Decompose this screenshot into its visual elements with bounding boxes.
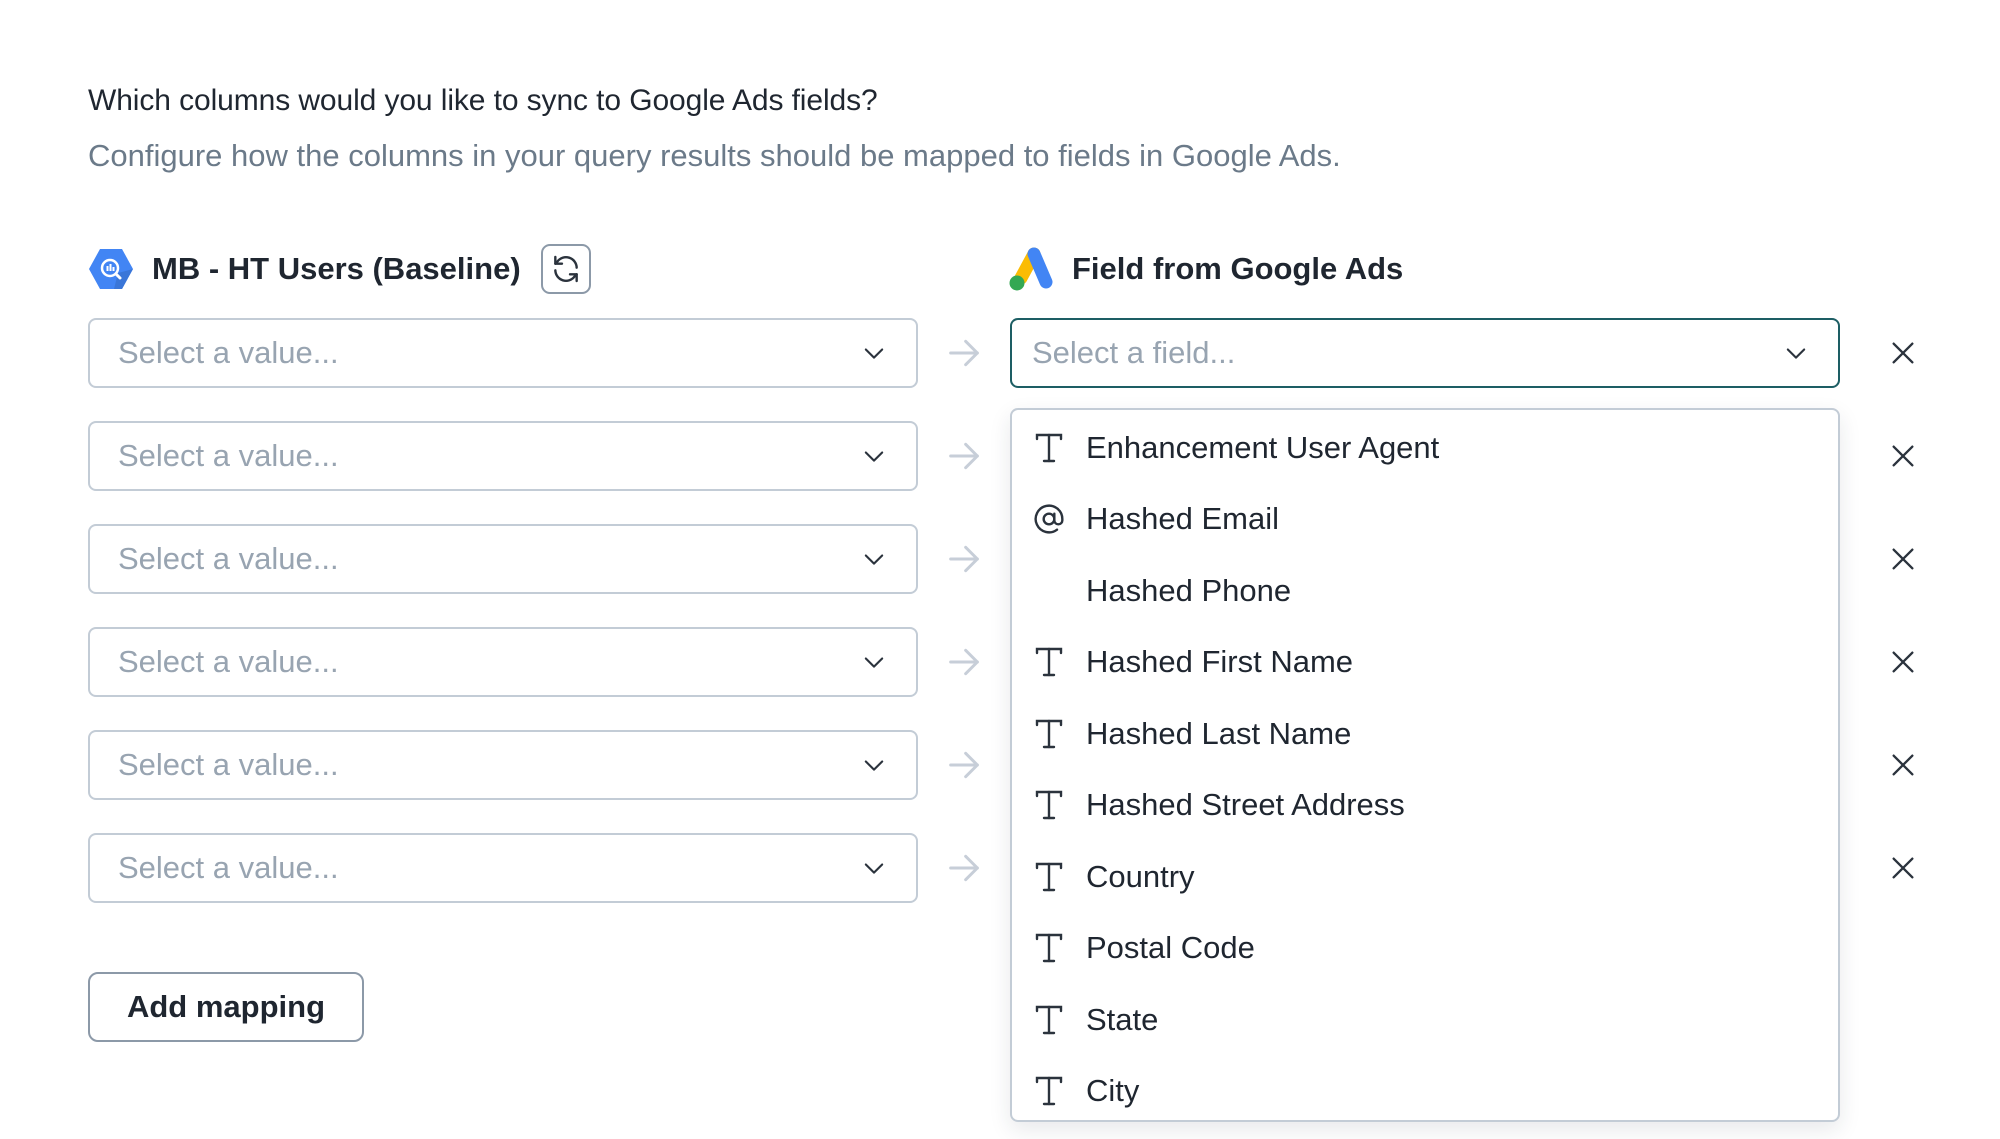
chevron-down-icon [860, 648, 888, 676]
dropdown-option-label: Enhancement User Agent [1086, 429, 1440, 465]
blank-icon [1032, 574, 1066, 608]
destination-header: Field from Google Ads [1006, 242, 1403, 296]
field-dropdown-menu: Enhancement User Agent Hashed Email Hash… [1010, 408, 1840, 1122]
select-placeholder: Select a field... [1032, 335, 1236, 370]
dropdown-option[interactable]: Hashed Phone [1012, 555, 1838, 627]
dropdown-option[interactable]: Enhancement User Agent [1012, 412, 1838, 484]
dropdown-option[interactable]: Country [1012, 841, 1838, 913]
close-icon [1892, 857, 1914, 879]
dropdown-option-label: Hashed Street Address [1086, 787, 1405, 823]
source-title: MB - HT Users (Baseline) [152, 251, 521, 286]
source-column-select[interactable]: Select a value... [88, 833, 918, 903]
text-type-icon [1032, 717, 1066, 751]
select-placeholder: Select a value... [118, 644, 339, 679]
close-icon [1892, 754, 1914, 776]
bigquery-icon [89, 249, 133, 289]
text-type-icon [1032, 931, 1066, 965]
text-type-icon [1032, 1074, 1066, 1108]
section-heading: Which columns would you like to sync to … [88, 84, 878, 117]
close-icon [1892, 342, 1914, 364]
dropdown-option[interactable]: City [1012, 1056, 1838, 1128]
dropdown-option-label: City [1086, 1073, 1140, 1109]
dropdown-option[interactable]: Hashed Last Name [1012, 698, 1838, 770]
text-type-icon [1032, 860, 1066, 894]
remove-mapping-button[interactable] [1889, 545, 1917, 578]
section-subtitle: Configure how the columns in your query … [88, 138, 1341, 173]
close-icon [1892, 445, 1914, 467]
text-type-icon [1032, 788, 1066, 822]
arrow-right-icon [944, 745, 984, 790]
source-column-select[interactable]: Select a value... [88, 421, 918, 491]
remove-mapping-button[interactable] [1889, 751, 1917, 784]
at-sign-icon [1032, 502, 1066, 536]
chevron-down-icon [860, 339, 888, 367]
source-column-select[interactable]: Select a value... [88, 627, 918, 697]
text-type-icon [1032, 431, 1066, 465]
arrow-right-icon [944, 436, 984, 481]
add-mapping-button[interactable]: Add mapping [88, 972, 364, 1042]
remove-mapping-button[interactable] [1889, 442, 1917, 475]
dropdown-option-label: Hashed Last Name [1086, 715, 1352, 751]
chevron-down-icon [860, 545, 888, 573]
select-placeholder: Select a value... [118, 438, 339, 473]
select-placeholder: Select a value... [118, 541, 339, 576]
arrow-right-icon [944, 642, 984, 687]
close-icon [1892, 651, 1914, 673]
destination-title: Field from Google Ads [1072, 251, 1404, 286]
dropdown-option[interactable]: Postal Code [1012, 913, 1838, 985]
remove-mapping-button[interactable] [1889, 339, 1917, 372]
dropdown-option[interactable]: State [1012, 984, 1838, 1056]
dropdown-option[interactable]: Hashed Email [1012, 484, 1838, 556]
dropdown-option[interactable]: Hashed Street Address [1012, 770, 1838, 842]
source-column-select[interactable]: Select a value... [88, 524, 918, 594]
google-ads-field-select[interactable]: Select a field... [1010, 318, 1840, 388]
chevron-down-icon [1782, 339, 1810, 367]
source-column-select[interactable]: Select a value... [88, 730, 918, 800]
refresh-icon [553, 255, 578, 283]
arrow-right-icon [944, 848, 984, 893]
chevron-down-icon [860, 751, 888, 779]
chevron-down-icon [860, 442, 888, 470]
source-column-select[interactable]: Select a value... [88, 318, 918, 388]
select-placeholder: Select a value... [118, 747, 339, 782]
text-type-icon [1032, 1003, 1066, 1037]
select-placeholder: Select a value... [118, 850, 339, 885]
close-icon [1892, 548, 1914, 570]
refresh-button[interactable] [540, 244, 591, 294]
arrow-right-icon [944, 333, 984, 378]
dropdown-option[interactable]: Hashed First Name [1012, 627, 1838, 699]
dropdown-option-label: Hashed Email [1086, 501, 1279, 537]
dropdown-option-label: Country [1086, 858, 1195, 894]
source-header: MB - HT Users (Baseline) [88, 242, 591, 296]
dropdown-option-label: Postal Code [1086, 930, 1255, 966]
text-type-icon [1032, 645, 1066, 679]
google-ads-icon [1009, 247, 1053, 291]
select-placeholder: Select a value... [118, 335, 339, 370]
arrow-right-icon [944, 539, 984, 584]
dropdown-option-label: State [1086, 1001, 1159, 1037]
chevron-down-icon [860, 854, 888, 882]
dropdown-option-label: Hashed First Name [1086, 644, 1354, 680]
dropdown-option-label: Hashed Phone [1086, 572, 1292, 608]
remove-mapping-button[interactable] [1889, 854, 1917, 887]
remove-mapping-button[interactable] [1889, 648, 1917, 681]
